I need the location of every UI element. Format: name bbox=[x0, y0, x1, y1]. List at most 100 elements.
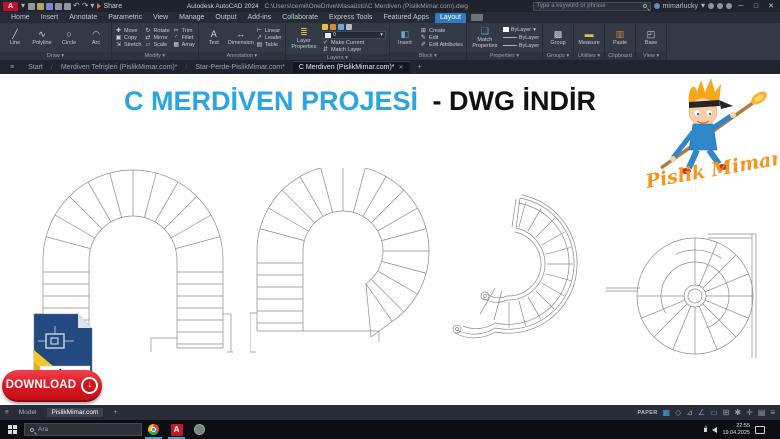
rotate-tool[interactable]: ↻Rotate bbox=[144, 28, 169, 34]
text-tool[interactable]: AText bbox=[202, 29, 226, 46]
panel-draw-label[interactable]: Draw ▾ bbox=[0, 52, 111, 60]
maximize-button[interactable]: □ bbox=[750, 3, 762, 10]
file-tabs-menu-icon[interactable]: ≡ bbox=[4, 62, 20, 73]
move-tool[interactable]: ✚Move bbox=[115, 28, 141, 34]
lineweight-control[interactable]: ByLayer bbox=[503, 42, 539, 49]
make-current-tool[interactable]: ✔Make Current bbox=[322, 40, 386, 46]
qat-caret-icon[interactable]: ▾ bbox=[90, 2, 94, 10]
app-taskbar-icon[interactable] bbox=[188, 420, 211, 439]
app-menu-button[interactable]: A bbox=[3, 2, 18, 11]
workspace-gear-icon[interactable]: ✱ bbox=[734, 408, 741, 418]
ortho-toggle-icon[interactable]: ▭ bbox=[710, 408, 718, 418]
file-tab-start[interactable]: Start bbox=[22, 62, 49, 73]
layer-lock-icon[interactable] bbox=[338, 24, 344, 30]
color-control[interactable]: ByLayer▾ bbox=[503, 26, 539, 33]
arc-tool[interactable]: ◠Arc bbox=[84, 29, 108, 46]
panel-annotation-label[interactable]: Annotation ▾ bbox=[199, 52, 285, 60]
panel-view-label[interactable]: View ▾ bbox=[636, 52, 666, 60]
stretch-tool[interactable]: ⇲Stretch bbox=[115, 42, 141, 48]
ribbon-options-icon[interactable] bbox=[471, 14, 483, 21]
layer-freeze-icon[interactable] bbox=[330, 24, 336, 30]
new-tab-button[interactable]: + bbox=[412, 62, 428, 73]
layout-tab-pislikmimar[interactable]: PislikMimar.com bbox=[47, 408, 104, 417]
new-file-icon[interactable] bbox=[28, 3, 35, 10]
undo-button[interactable]: ↶ bbox=[73, 2, 80, 10]
plot-icon[interactable] bbox=[64, 3, 71, 10]
layout-menu-icon[interactable]: ≡ bbox=[5, 409, 9, 416]
file-tab-merdiven-tefrisleri[interactable]: Merdiven Tefrişleri (PislikMimar.com)* bbox=[55, 62, 184, 73]
layer-properties-tool[interactable]: ≣Layer Properties bbox=[289, 27, 319, 50]
tab-featured-apps[interactable]: Featured Apps bbox=[378, 13, 434, 23]
circle-tool[interactable]: ○Circle bbox=[57, 29, 81, 46]
open-file-icon[interactable] bbox=[37, 3, 44, 10]
close-button[interactable]: ✕ bbox=[765, 2, 777, 10]
panel-clipboard-label[interactable]: Clipboard bbox=[605, 52, 635, 60]
panel-block-label[interactable]: Block ▾ bbox=[390, 52, 466, 60]
insert-tool[interactable]: ◧Insert bbox=[393, 29, 417, 46]
dynamic-input-icon[interactable]: ⊞ bbox=[723, 408, 730, 418]
snap-toggle-icon[interactable]: ◇ bbox=[675, 408, 681, 418]
speaker-icon[interactable] bbox=[712, 427, 717, 433]
base-tool[interactable]: ◰Base bbox=[639, 29, 663, 46]
mirror-tool[interactable]: ⇄Mirror bbox=[144, 35, 169, 41]
match-properties-tool[interactable]: ❏Match Properties bbox=[470, 26, 500, 49]
osnap-toggle-icon[interactable]: ∠ bbox=[698, 408, 705, 418]
signed-in-user[interactable]: mimarlucky bbox=[663, 3, 698, 10]
panel-layers-label[interactable]: Layers ▾ bbox=[286, 54, 389, 60]
layer-color-icon[interactable] bbox=[346, 24, 352, 30]
redo-button[interactable]: ↷ bbox=[82, 2, 89, 10]
action-center-icon[interactable] bbox=[755, 426, 765, 434]
cart-icon[interactable] bbox=[708, 3, 714, 9]
polyline-tool[interactable]: ∿Polyline bbox=[30, 29, 54, 46]
file-tab-star-perde[interactable]: Star-Perde-PislikMimar.com* bbox=[189, 62, 290, 73]
autocad-taskbar-icon[interactable]: A bbox=[165, 420, 188, 439]
tab-layout[interactable]: Layout bbox=[435, 13, 466, 23]
user-caret-icon[interactable]: ▾ bbox=[701, 2, 705, 10]
app-menu-caret-icon[interactable]: ▾ bbox=[21, 2, 25, 10]
leader-tool[interactable]: ↗Leader bbox=[256, 35, 282, 41]
tab-home[interactable]: Home bbox=[6, 13, 35, 23]
panel-properties-label[interactable]: Properties ▾ bbox=[467, 52, 542, 60]
match-layer-tool[interactable]: ⇵Match Layer bbox=[322, 47, 386, 53]
create-block-tool[interactable]: ⊞Create bbox=[420, 28, 463, 34]
panel-groups-label[interactable]: Groups ▾ bbox=[543, 52, 573, 60]
scale-tool[interactable]: ▱Scale bbox=[144, 42, 169, 48]
measure-tool[interactable]: ▬Measure bbox=[577, 29, 601, 46]
tab-annotate[interactable]: Annotate bbox=[64, 13, 102, 23]
linetype-control[interactable]: ByLayer bbox=[503, 34, 539, 41]
chrome-taskbar-icon[interactable] bbox=[142, 420, 165, 439]
line-tool[interactable]: ╱Line bbox=[3, 29, 27, 46]
panel-modify-label[interactable]: Modify ▾ bbox=[112, 52, 198, 60]
layer-dropdown[interactable]: 0▾ bbox=[322, 31, 386, 39]
paste-tool[interactable]: ▥Paste bbox=[608, 29, 632, 46]
tab-parametric[interactable]: Parametric bbox=[103, 13, 147, 23]
layer-on-icon[interactable] bbox=[322, 24, 328, 30]
start-button[interactable] bbox=[0, 420, 24, 439]
tab-insert[interactable]: Insert bbox=[36, 13, 64, 23]
edit-attributes-tool[interactable]: ✐Edit Attributes bbox=[420, 42, 463, 48]
model-tab[interactable]: Model bbox=[14, 408, 42, 417]
save-as-icon[interactable] bbox=[55, 3, 62, 10]
array-tool[interactable]: ▦Array bbox=[173, 42, 195, 48]
minimize-button[interactable]: ─ bbox=[735, 3, 747, 10]
autodesk-app-icon[interactable] bbox=[717, 3, 723, 9]
tab-collaborate[interactable]: Collaborate bbox=[277, 13, 323, 23]
panel-utilities-label[interactable]: Utilities ▾ bbox=[574, 52, 604, 60]
save-icon[interactable] bbox=[46, 3, 53, 10]
annotation-scale-icon[interactable]: ✛ bbox=[746, 408, 753, 418]
group-tool[interactable]: ▩Group bbox=[546, 29, 570, 46]
file-tab-c-merdiven[interactable]: C Merdiven (PislikMimar.com)*✕ bbox=[293, 61, 410, 73]
edit-block-tool[interactable]: ✎Edit bbox=[420, 35, 463, 41]
polar-toggle-icon[interactable]: ⊿ bbox=[686, 408, 693, 418]
drawing-canvas[interactable]: C MERDİVEN PROJESİ - DWG İNDİR P bbox=[0, 74, 780, 405]
download-button[interactable]: DOWNLOAD ↓ bbox=[2, 370, 102, 402]
close-tab-icon[interactable]: ✕ bbox=[399, 64, 404, 71]
new-layout-button[interactable]: + bbox=[108, 408, 122, 417]
search-icon[interactable] bbox=[643, 4, 647, 8]
grid-toggle-icon[interactable]: ▦ bbox=[663, 408, 671, 418]
trim-tool[interactable]: ✂Trim bbox=[173, 28, 195, 34]
tab-express-tools[interactable]: Express Tools bbox=[324, 13, 377, 23]
customize-statusbar-icon[interactable]: ≡ bbox=[770, 408, 775, 418]
keyword-search-input[interactable]: Type a keyword or phrase bbox=[533, 2, 651, 11]
table-tool[interactable]: ▤Table bbox=[256, 42, 282, 48]
